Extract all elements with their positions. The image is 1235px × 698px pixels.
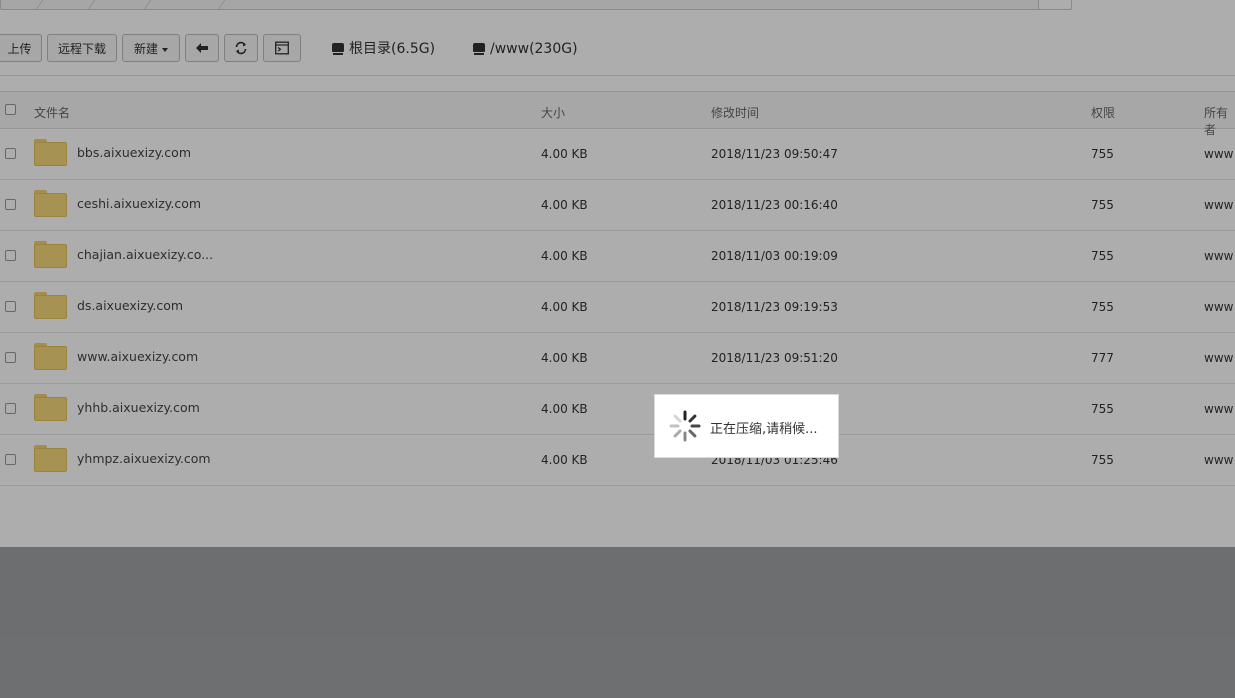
- loading-spinner-icon: [669, 410, 701, 442]
- loading-message: 正在压缩,请稍候...: [710, 422, 818, 437]
- modal-overlay: [0, 0, 1235, 698]
- loading-dialog: 正在压缩,请稍候...: [654, 394, 839, 458]
